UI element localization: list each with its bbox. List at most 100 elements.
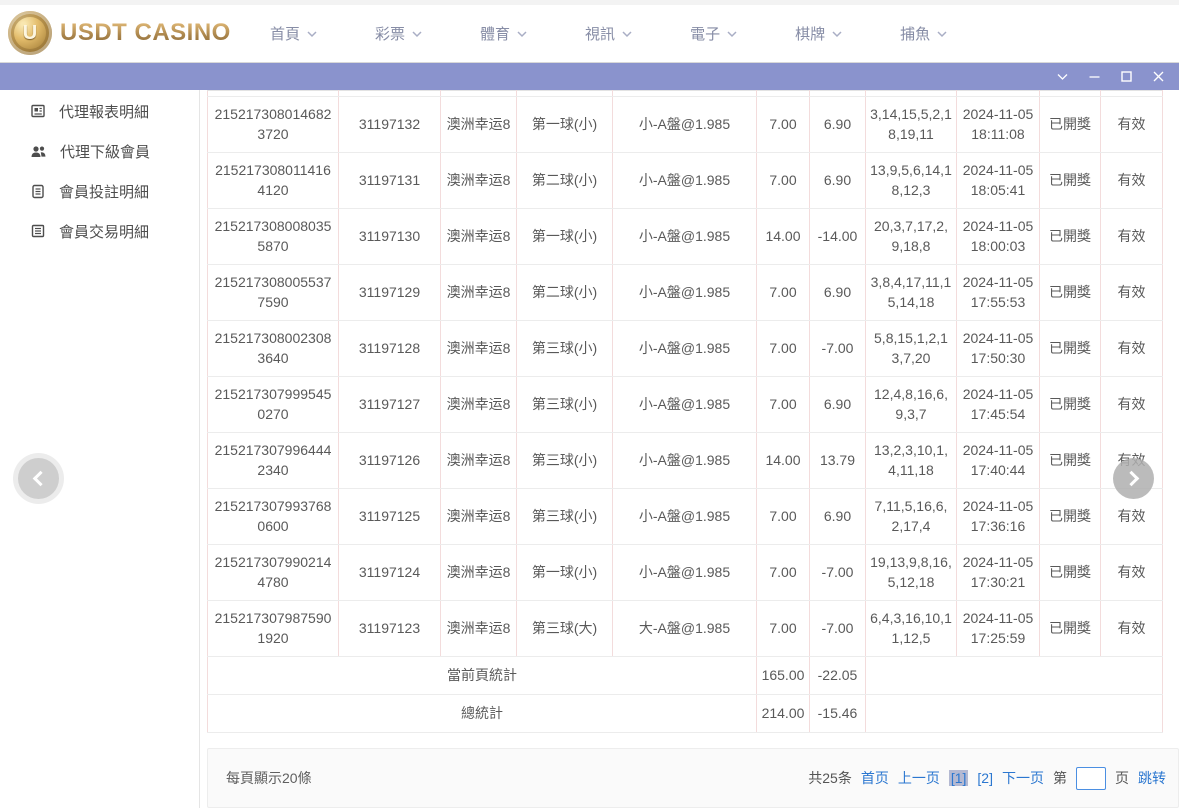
jump-link[interactable]: 跳转	[1138, 768, 1166, 788]
cell-game: 澳洲幸运8	[441, 545, 517, 601]
table-row: 2152173080080355870 31197130 澳洲幸运8 第一球(小…	[208, 209, 1163, 265]
cell-status: 已開獎	[1040, 265, 1101, 321]
cell-result-numbers: 3,8,4,17,11,15,14,18	[866, 265, 957, 321]
nav-item-cards[interactable]: 棋牌	[795, 23, 843, 44]
cell-time: 2024-11-05 17:30:21	[957, 545, 1040, 601]
collapse-icon[interactable]	[1055, 69, 1070, 84]
table-row: 2152173079937680600 31197125 澳洲幸运8 第三球(小…	[208, 489, 1163, 545]
cell-bet-content: 小-A盤@1.985	[613, 265, 757, 321]
cell-play-type: 第二球(小)	[517, 153, 613, 209]
cell-time: 2024-11-05 18:00:03	[957, 209, 1040, 265]
users-icon	[30, 144, 47, 159]
nav-item-lottery[interactable]: 彩票	[375, 23, 423, 44]
cell-play-type: 第三球(小)	[517, 489, 613, 545]
maximize-icon[interactable]	[1119, 69, 1134, 84]
document-icon	[30, 223, 46, 239]
cell-amount: 7.00	[757, 545, 810, 601]
cell-game: 澳洲幸运8	[441, 601, 517, 657]
prev-page-link[interactable]: 上一页	[898, 768, 940, 788]
page-number-1[interactable]: [1]	[949, 770, 969, 786]
minimize-icon[interactable]	[1087, 69, 1102, 84]
sidebar-item-agent-report[interactable]: 代理報表明細	[0, 91, 199, 131]
nav-item-home[interactable]: 首頁	[270, 23, 318, 44]
summary-winloss: -22.05	[810, 657, 866, 695]
cell-order-no: 2152173079995450270	[208, 377, 339, 433]
cell-bet-content: 小-A盤@1.985	[613, 209, 757, 265]
report-icon	[30, 103, 46, 119]
scroll-right-button[interactable]	[1113, 458, 1154, 499]
cell-time: 2024-11-05 18:05:41	[957, 153, 1040, 209]
nav-item-fishing[interactable]: 捕魚	[900, 23, 948, 44]
cell-game: 澳洲幸运8	[441, 489, 517, 545]
table-row: 2152173080146823720 31197132 澳洲幸运8 第一球(小…	[208, 97, 1163, 153]
nav-label: 視訊	[585, 23, 615, 44]
nav-item-sports[interactable]: 體育	[480, 23, 528, 44]
cell-bet-id: 31197128	[339, 321, 441, 377]
cell-amount: 7.00	[757, 265, 810, 321]
cell-status: 已開獎	[1040, 545, 1101, 601]
cell-result-numbers: 19,13,9,8,16,5,12,18	[866, 545, 957, 601]
cell-game: 澳洲幸运8	[441, 321, 517, 377]
cell-time: 2024-11-05 18:11:08	[957, 97, 1040, 153]
cell-bet-content: 大-A盤@1.985	[613, 601, 757, 657]
chevron-down-icon	[936, 30, 948, 38]
brand-initial: U	[23, 22, 37, 45]
nav-item-video[interactable]: 視訊	[585, 23, 633, 44]
cell-bet-content: 小-A盤@1.985	[613, 433, 757, 489]
cell-winloss: 6.90	[810, 489, 866, 545]
nav-label: 電子	[690, 23, 720, 44]
sidebar-item-member-bets[interactable]: 會員投註明細	[0, 171, 199, 211]
jump-page-input[interactable]	[1076, 767, 1106, 790]
close-icon[interactable]	[1151, 69, 1166, 84]
page-number-2[interactable]: [2]	[977, 770, 993, 786]
first-page-link[interactable]: 首页	[861, 768, 889, 788]
cell-result-numbers: 13,9,5,6,14,18,12,3	[866, 153, 957, 209]
jump-prefix: 第	[1053, 768, 1067, 788]
cell-time: 2024-11-05 17:45:54	[957, 377, 1040, 433]
page-size-text: 每頁顯示20條	[226, 768, 312, 788]
cell-play-type: 第一球(小)	[517, 209, 613, 265]
next-page-link[interactable]: 下一页	[1002, 768, 1044, 788]
nav-label: 棋牌	[795, 23, 825, 44]
cell-time: 2024-11-05 17:36:16	[957, 489, 1040, 545]
brand-logo: U USDT CASINO	[8, 11, 231, 55]
cell-validity: 有效	[1101, 209, 1163, 265]
scroll-left-button[interactable]	[18, 458, 59, 499]
summary-filler	[866, 695, 1163, 733]
cell-bet-id: 31197131	[339, 153, 441, 209]
bet-table-summary: 當前頁統計 165.00 -22.05 總統計 214.00 -15.46	[208, 657, 1163, 733]
cell-bet-content: 小-A盤@1.985	[613, 97, 757, 153]
pager: 共25条 首页 上一页 [1] [2] 下一页 第 页 跳转	[808, 767, 1166, 790]
summary-amount: 214.00	[757, 695, 810, 733]
cell-play-type: 第三球(小)	[517, 433, 613, 489]
cell-winloss: -7.00	[810, 545, 866, 601]
table-row: 2152173079964442340 31197126 澳洲幸运8 第三球(小…	[208, 433, 1163, 489]
cell-game: 澳洲幸运8	[441, 265, 517, 321]
cell-amount: 14.00	[757, 209, 810, 265]
cell-time: 2024-11-05 17:55:53	[957, 265, 1040, 321]
cell-validity: 有效	[1101, 97, 1163, 153]
chevron-down-icon	[411, 30, 423, 38]
chevron-down-icon	[726, 30, 738, 38]
content-area: 代理報表明細 代理下級會員 會員投註明細 會員交易明細	[0, 90, 1179, 808]
cell-order-no: 2152173079937680600	[208, 489, 339, 545]
table-row: 2152173080055377590 31197129 澳洲幸运8 第二球(小…	[208, 265, 1163, 321]
jump-suffix: 页	[1115, 768, 1129, 788]
sidebar-item-member-transactions[interactable]: 會員交易明細	[0, 211, 199, 251]
cell-status: 已開獎	[1040, 209, 1101, 265]
nav-label: 體育	[480, 23, 510, 44]
cell-game: 澳洲幸运8	[441, 97, 517, 153]
sidebar: 代理報表明細 代理下級會員 會員投註明細 會員交易明細	[0, 90, 200, 808]
cell-play-type: 第二球(小)	[517, 265, 613, 321]
cell-time: 2024-11-05 17:25:59	[957, 601, 1040, 657]
cell-result-numbers: 6,4,3,16,10,11,12,5	[866, 601, 957, 657]
table-row: 2152173080023083640 31197128 澳洲幸运8 第三球(小…	[208, 321, 1163, 377]
cell-winloss: -14.00	[810, 209, 866, 265]
cell-bet-id: 31197123	[339, 601, 441, 657]
nav-item-slots[interactable]: 電子	[690, 23, 738, 44]
brand-name: USDT CASINO	[60, 19, 231, 47]
sidebar-item-agent-members[interactable]: 代理下級會員	[0, 131, 199, 171]
cell-winloss: 6.90	[810, 265, 866, 321]
cell-winloss: 6.90	[810, 153, 866, 209]
cell-bet-content: 小-A盤@1.985	[613, 377, 757, 433]
